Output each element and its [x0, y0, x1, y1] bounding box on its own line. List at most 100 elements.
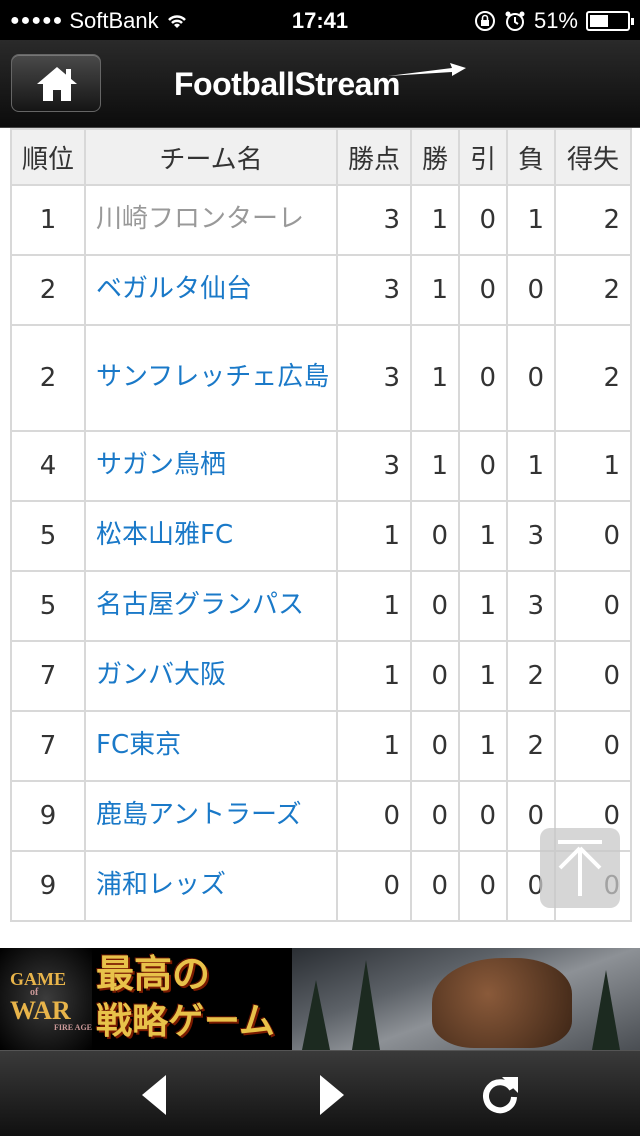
goal-diff-cell: 0: [554, 710, 632, 782]
losses-cell: 0: [506, 324, 556, 432]
ad-tree-shape: [302, 980, 330, 1050]
draws-cell: 1: [458, 710, 508, 782]
points-cell: 3: [336, 184, 412, 256]
team-link[interactable]: サンフレッチェ広島: [84, 324, 338, 432]
draws-cell: 0: [458, 184, 508, 256]
team-link[interactable]: 川崎フロンターレ: [84, 184, 338, 256]
wins-cell: 1: [410, 324, 460, 432]
header-rank: 順位: [10, 128, 86, 186]
goal-diff-cell: 0: [554, 640, 632, 712]
losses-cell: 1: [506, 184, 556, 256]
table-row: 5 松本山雅FC 1 0 1 3 0: [10, 500, 632, 572]
team-link[interactable]: 名古屋グランパス: [84, 570, 338, 642]
back-button[interactable]: [134, 1073, 178, 1117]
table-row: 9 鹿島アントラーズ 0 0 0 0 0: [10, 780, 632, 852]
points-cell: 3: [336, 254, 412, 326]
scroll-to-top-button[interactable]: [540, 828, 620, 908]
header-points: 勝点: [336, 128, 412, 186]
table-row: 7 ガンバ大阪 1 0 1 2 0: [10, 640, 632, 712]
rank-cell: 4: [10, 430, 86, 502]
battery-fill: [590, 15, 609, 27]
draws-cell: 1: [458, 570, 508, 642]
table-row: 2 ベガルタ仙台 3 1 0 0 2: [10, 254, 632, 326]
wins-cell: 0: [410, 500, 460, 572]
goal-diff-cell: 0: [554, 570, 632, 642]
wins-cell: 0: [410, 850, 460, 922]
standings-table-container: 順位 チーム名 勝点 勝 引 負 得失 1 川崎フロンターレ 3 1 0 1 2…: [0, 128, 640, 948]
ad-brand-line4: FIRE AGE: [54, 1023, 93, 1032]
goal-diff-cell: 2: [554, 324, 632, 432]
home-button[interactable]: [11, 54, 101, 112]
reload-icon: [483, 1077, 518, 1114]
rank-cell: 7: [10, 710, 86, 782]
wins-cell: 0: [410, 780, 460, 852]
site-logo[interactable]: FootballStream: [174, 66, 400, 103]
table-row: 9 浦和レッズ 0 0 0 0 0: [10, 850, 632, 922]
rank-cell: 5: [10, 570, 86, 642]
forward-arrow-icon: [320, 1075, 344, 1115]
ad-creature-shape: [432, 958, 572, 1048]
goal-diff-cell: 0: [554, 500, 632, 572]
draws-cell: 0: [458, 780, 508, 852]
standings-table: 順位 チーム名 勝点 勝 引 負 得失 1 川崎フロンターレ 3 1 0 1 2…: [10, 128, 632, 922]
team-link[interactable]: ベガルタ仙台: [84, 254, 338, 326]
points-cell: 3: [336, 324, 412, 432]
draws-cell: 0: [458, 254, 508, 326]
logo-arrow-icon: [388, 63, 466, 76]
battery-percent: 51%: [533, 8, 578, 33]
header-goal-diff: 得失: [554, 128, 632, 186]
points-cell: 0: [336, 850, 412, 922]
header-draws: 引: [458, 128, 508, 186]
rank-cell: 9: [10, 850, 86, 922]
table-row: 7 FC東京 1 0 1 2 0: [10, 710, 632, 782]
losses-cell: 2: [506, 710, 556, 782]
draws-cell: 1: [458, 500, 508, 572]
rank-cell: 2: [10, 324, 86, 432]
arrow-up-icon: [558, 840, 602, 896]
ad-brand-line3: WAR: [10, 996, 71, 1025]
team-link[interactable]: ガンバ大阪: [84, 640, 338, 712]
reload-button[interactable]: [478, 1073, 522, 1117]
forward-button[interactable]: [308, 1073, 352, 1117]
goal-diff-cell: 2: [554, 184, 632, 256]
points-cell: 0: [336, 780, 412, 852]
ad-game-logo: GAME of WAR FIRE AGE: [0, 948, 92, 1050]
header-team: チーム名: [84, 128, 338, 186]
ad-headline: 最高の 戦略ゲーム: [96, 952, 292, 1044]
status-right: 51%: [474, 8, 634, 34]
points-cell: 1: [336, 570, 412, 642]
table-header-row: 順位 チーム名 勝点 勝 引 負 得失: [10, 128, 632, 186]
table-row: 1 川崎フロンターレ 3 1 0 1 2: [10, 184, 632, 256]
header-losses: 負: [506, 128, 556, 186]
table-row: 5 名古屋グランパス 1 0 1 3 0: [10, 570, 632, 642]
rank-cell: 1: [10, 184, 86, 256]
losses-cell: 1: [506, 430, 556, 502]
ad-brand-line1: GAME: [10, 969, 66, 989]
points-cell: 1: [336, 640, 412, 712]
rank-cell: 9: [10, 780, 86, 852]
wins-cell: 0: [410, 570, 460, 642]
team-link[interactable]: 松本山雅FC: [84, 500, 338, 572]
team-link[interactable]: サガン鳥栖: [84, 430, 338, 502]
ad-artwork: [292, 948, 640, 1050]
browser-toolbar: [0, 1050, 640, 1136]
ad-tree-shape: [592, 970, 620, 1050]
ad-banner[interactable]: GAME of WAR FIRE AGE 最高の 戦略ゲーム: [0, 948, 640, 1050]
team-link[interactable]: 鹿島アントラーズ: [84, 780, 338, 852]
header-wins: 勝: [410, 128, 460, 186]
app-header: FootballStream: [0, 40, 640, 128]
ad-tree-shape: [352, 960, 380, 1050]
losses-cell: 0: [506, 254, 556, 326]
losses-cell: 3: [506, 570, 556, 642]
goal-diff-cell: 2: [554, 254, 632, 326]
ad-headline-line1: 最高の: [96, 954, 211, 996]
team-link[interactable]: 浦和レッズ: [84, 850, 338, 922]
draws-cell: 0: [458, 430, 508, 502]
losses-cell: 2: [506, 640, 556, 712]
wins-cell: 1: [410, 254, 460, 326]
battery-icon: [586, 11, 634, 31]
losses-cell: 3: [506, 500, 556, 572]
table-row: 2 サンフレッチェ広島 3 1 0 0 2: [10, 324, 632, 432]
table-row: 4 サガン鳥栖 3 1 0 1 1: [10, 430, 632, 502]
team-link[interactable]: FC東京: [84, 710, 338, 782]
